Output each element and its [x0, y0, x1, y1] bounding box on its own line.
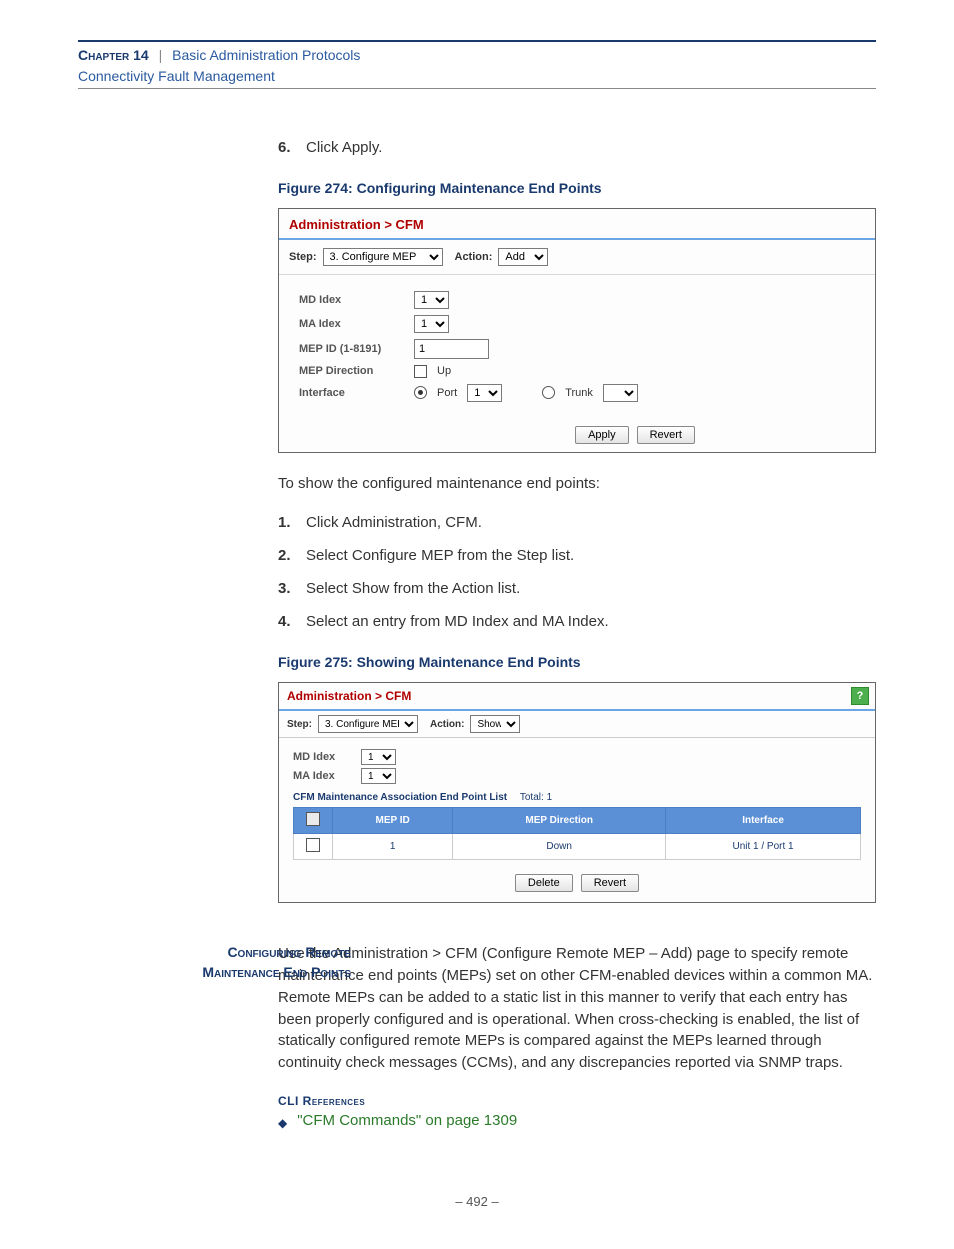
action-select[interactable]: Add [498, 248, 548, 266]
step-3: 3. Select Show from the Action list. [278, 580, 876, 597]
breadcrumb: Administration > CFM [287, 689, 411, 703]
step-text: Click Administration, CFM. [306, 514, 482, 531]
col-mep-id: MEP ID [333, 808, 453, 834]
row-checkbox[interactable] [306, 838, 320, 852]
cell-mep-id: 1 [333, 834, 453, 860]
intro-paragraph-2: To show the configured maintenance end p… [278, 473, 876, 495]
step-label: Step: [287, 719, 312, 730]
select-all-header [294, 808, 333, 834]
cli-bullet: ◆ "CFM Commands" on page 1309 [278, 1112, 876, 1134]
page-number: – 492 – [78, 1194, 876, 1209]
figure-274-screenshot: Administration > CFM Step: 3. Configure … [278, 208, 876, 453]
action-select[interactable]: Show [470, 715, 520, 733]
breadcrumb-row: Administration > CFM ? [279, 683, 875, 709]
trunk-radio[interactable] [542, 386, 555, 399]
step-2: 2. Select Configure MEP from the Step li… [278, 547, 876, 564]
step-1: 1. Click Administration, CFM. [278, 514, 876, 531]
step-text: Select Configure MEP from the Step list. [306, 547, 574, 564]
diamond-icon: ◆ [278, 1112, 287, 1134]
revert-button[interactable]: Revert [581, 874, 639, 892]
step-label: Step: [289, 251, 317, 263]
ma-idex-label: MA Idex [293, 770, 353, 782]
page: Chapter 14 | Basic Administration Protoc… [0, 0, 954, 1249]
step-text: Click Apply. [306, 139, 382, 156]
delete-button[interactable]: Delete [515, 874, 573, 892]
md-idex-select[interactable]: 1 [414, 291, 449, 309]
step-number: 3. [278, 580, 296, 597]
mep-direction-label: MEP Direction [299, 365, 404, 377]
form-footer: Delete Revert [279, 864, 875, 902]
col-interface: Interface [666, 808, 861, 834]
ma-idex-select[interactable]: 1 [361, 768, 396, 784]
remote-mep-section: Configuring Remote Maintenance End Point… [78, 943, 876, 1134]
header-top-rule [78, 40, 876, 42]
figure-275-caption: Figure 275: Showing Maintenance End Poin… [278, 654, 876, 670]
step-action-row: Step: 3. Configure MEP Action: Show [279, 711, 875, 738]
cli-link[interactable]: "CFM Commands" on page 1309 [297, 1112, 517, 1129]
list-title: CFM Maintenance Association End Point Li… [293, 792, 507, 803]
figure-275-screenshot: Administration > CFM ? Step: 3. Configur… [278, 682, 876, 903]
breadcrumb: Administration > CFM [279, 209, 875, 238]
step-number: 4. [278, 613, 296, 630]
cell-interface: Unit 1 / Port 1 [666, 834, 861, 860]
help-icon[interactable]: ? [851, 687, 869, 705]
form-footer: Apply Revert [279, 418, 875, 452]
md-idex-label: MD Idex [299, 294, 404, 306]
cli-references-heading: CLI References [278, 1094, 876, 1108]
list-title-row: CFM Maintenance Association End Point Li… [293, 792, 861, 803]
header-subtitle: Connectivity Fault Management [78, 68, 876, 84]
md-idex-select[interactable]: 1 [361, 749, 396, 765]
step-select[interactable]: 3. Configure MEP [323, 248, 443, 266]
step-select[interactable]: 3. Configure MEP [318, 715, 418, 733]
ma-idex-select[interactable]: 1 [414, 315, 449, 333]
section-heading: Configuring Remote Maintenance End Point… [156, 943, 351, 982]
action-label: Action: [430, 719, 464, 730]
form-body: MD Idex 1 MA Idex 1 MEP ID (1-8191) MEP … [279, 275, 875, 418]
apply-button[interactable]: Apply [575, 426, 629, 444]
row-select-cell [294, 834, 333, 860]
step-number: 6. [278, 139, 296, 156]
trunk-label: Trunk [565, 387, 593, 399]
form-body: MD Idex 1 MA Idex 1 CFM Maintenance Asso… [279, 738, 875, 864]
mep-id-label: MEP ID (1-8191) [299, 343, 404, 355]
col-mep-direction: MEP Direction [453, 808, 666, 834]
md-idex-label: MD Idex [293, 751, 353, 763]
step-number: 1. [278, 514, 296, 531]
cell-mep-direction: Down [453, 834, 666, 860]
port-select[interactable]: 1 [467, 384, 502, 402]
mep-direction-value: Up [437, 365, 451, 377]
mep-direction-checkbox[interactable] [414, 365, 427, 378]
step-4: 4. Select an entry from MD Index and MA … [278, 613, 876, 630]
step-6: 6. Click Apply. [278, 139, 876, 156]
interface-label: Interface [299, 387, 404, 399]
port-label: Port [437, 387, 457, 399]
separator: | [153, 47, 169, 63]
port-radio[interactable] [414, 386, 427, 399]
chapter-label: Chapter 14 [78, 47, 149, 63]
revert-button[interactable]: Revert [637, 426, 695, 444]
step-text: Select Show from the Action list. [306, 580, 520, 597]
header-line-1: Chapter 14 | Basic Administration Protoc… [78, 46, 876, 66]
table-header-row: MEP ID MEP Direction Interface [294, 808, 861, 834]
ma-idex-label: MA Idex [299, 318, 404, 330]
header-title: Basic Administration Protocols [172, 47, 360, 63]
action-label: Action: [455, 251, 493, 263]
list-total: Total: 1 [520, 792, 552, 803]
mep-id-input[interactable] [414, 339, 489, 359]
table-row: 1 Down Unit 1 / Port 1 [294, 834, 861, 860]
header-bottom-rule [78, 88, 876, 89]
main-content: 6. Click Apply. Figure 274: Configuring … [278, 139, 876, 904]
mep-table: MEP ID MEP Direction Interface 1 Down Un… [293, 807, 861, 860]
select-all-checkbox[interactable] [306, 812, 320, 826]
step-action-row: Step: 3. Configure MEP Action: Add [279, 240, 875, 275]
step-number: 2. [278, 547, 296, 564]
figure-274-caption: Figure 274: Configuring Maintenance End … [278, 180, 876, 196]
trunk-select[interactable] [603, 384, 638, 402]
section-body: Use the Administration > CFM (Configure … [278, 943, 876, 1074]
step-text: Select an entry from MD Index and MA Ind… [306, 613, 609, 630]
